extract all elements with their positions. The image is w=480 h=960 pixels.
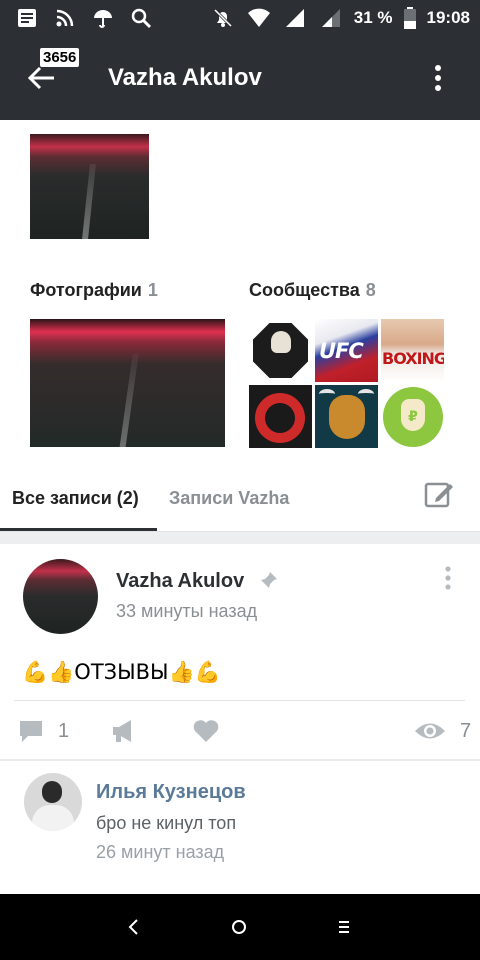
community-money-bag[interactable]: ₽ xyxy=(381,385,444,448)
post-separator xyxy=(14,700,465,701)
community-ufc[interactable]: UFC xyxy=(315,319,378,382)
compose-post-button[interactable] xyxy=(424,480,454,510)
tab-all-posts[interactable]: Все записи (2) xyxy=(12,488,139,509)
umbrella-icon xyxy=(90,5,116,31)
skull-icon xyxy=(271,331,291,353)
signal-icon xyxy=(282,5,308,31)
nav-back-button[interactable] xyxy=(119,912,149,942)
photos-count: 1 xyxy=(147,280,158,300)
more-options-button[interactable] xyxy=(428,64,448,92)
heart-icon xyxy=(193,720,219,742)
pin-icon xyxy=(260,571,278,589)
news-icon xyxy=(14,5,40,31)
avatar[interactable] xyxy=(23,559,98,634)
views-counter: 7 xyxy=(414,716,471,746)
communities-count: 8 xyxy=(365,280,376,300)
boxing-logo-text: BOXING xyxy=(382,349,444,368)
post-timestamp: 33 минуты назад xyxy=(116,601,258,621)
avatar[interactable] xyxy=(24,773,82,831)
nav-recent-button[interactable] xyxy=(329,912,359,942)
app-toolbar: 3656 Vazha Akulov xyxy=(0,36,480,120)
nav-home-button[interactable] xyxy=(224,912,254,942)
comment-text: бро не кинул топ xyxy=(96,813,237,833)
community-red-emblem[interactable] xyxy=(249,385,312,448)
counter-badge: 3656 xyxy=(40,48,80,67)
battery-icon xyxy=(403,5,417,31)
edit-icon xyxy=(424,482,453,508)
comments-count: 1 xyxy=(58,719,70,742)
status-bar: 31 % 19:08 xyxy=(0,0,480,36)
comment-timestamp: 26 минут назад xyxy=(96,842,225,862)
clock: 19:08 xyxy=(426,8,470,27)
search-icon xyxy=(128,5,154,31)
photo-thumbnail[interactable] xyxy=(30,319,225,447)
comments-button[interactable]: 1 xyxy=(18,716,69,746)
avatar-head xyxy=(42,781,62,803)
eye-icon xyxy=(415,723,445,739)
page-title: Vazha Akulov xyxy=(108,64,262,91)
horn-left xyxy=(319,389,335,399)
mute-bell-icon xyxy=(210,5,236,31)
post-author[interactable]: Vazha Akulov xyxy=(116,570,244,593)
emblem-icon xyxy=(255,393,305,443)
dots-vertical-icon xyxy=(435,65,441,91)
community-boxing-club[interactable]: BOXING xyxy=(381,319,444,382)
profile-cover-image[interactable] xyxy=(30,134,149,239)
megaphone-icon xyxy=(113,720,131,742)
battery-percent: 31 % xyxy=(353,8,393,27)
bull-icon xyxy=(329,395,365,439)
ufc-logo-text: UFC xyxy=(319,339,364,363)
photos-section-title[interactable]: Фотографии 1 xyxy=(30,280,158,301)
dots-vertical-icon xyxy=(445,566,451,590)
tab-own-posts[interactable]: Записи Vazha xyxy=(169,488,289,509)
communities-section-title[interactable]: Сообщества 8 xyxy=(249,280,376,301)
rss-icon xyxy=(52,5,78,31)
community-skull-club[interactable] xyxy=(249,319,312,382)
post-options-button[interactable] xyxy=(440,566,456,592)
horn-right xyxy=(358,389,374,399)
signal-weak-icon xyxy=(318,5,344,31)
menu-lines-icon xyxy=(339,921,349,933)
system-nav-bar xyxy=(0,894,480,960)
communities-label: Сообщества xyxy=(249,280,360,300)
active-tab-indicator xyxy=(0,528,157,531)
chevron-left-icon xyxy=(128,919,138,935)
wall-post: Vazha Akulov 33 минуты назад 💪👍ОТЗЫВЫ👍💪 … xyxy=(0,544,480,759)
circle-home-icon xyxy=(232,920,246,934)
share-button[interactable] xyxy=(111,716,137,746)
comment-author[interactable]: Илья Кузнецов xyxy=(96,781,246,804)
wifi-icon xyxy=(246,5,272,31)
like-button[interactable] xyxy=(192,716,220,746)
photos-label: Фотографии xyxy=(30,280,142,300)
ruble-sign: ₽ xyxy=(401,399,425,431)
community-bull[interactable] xyxy=(315,385,378,448)
wall-tabs: Все записи (2) Записи Vazha xyxy=(0,462,480,532)
comment-icon xyxy=(20,721,42,742)
comment-item[interactable]: Илья Кузнецов бро не кинул топ 26 минут … xyxy=(0,761,480,894)
views-count: 7 xyxy=(460,719,472,742)
post-text: 💪👍ОТЗЫВЫ👍💪 xyxy=(22,660,221,684)
section-divider xyxy=(0,532,480,544)
avatar-body xyxy=(32,805,74,831)
